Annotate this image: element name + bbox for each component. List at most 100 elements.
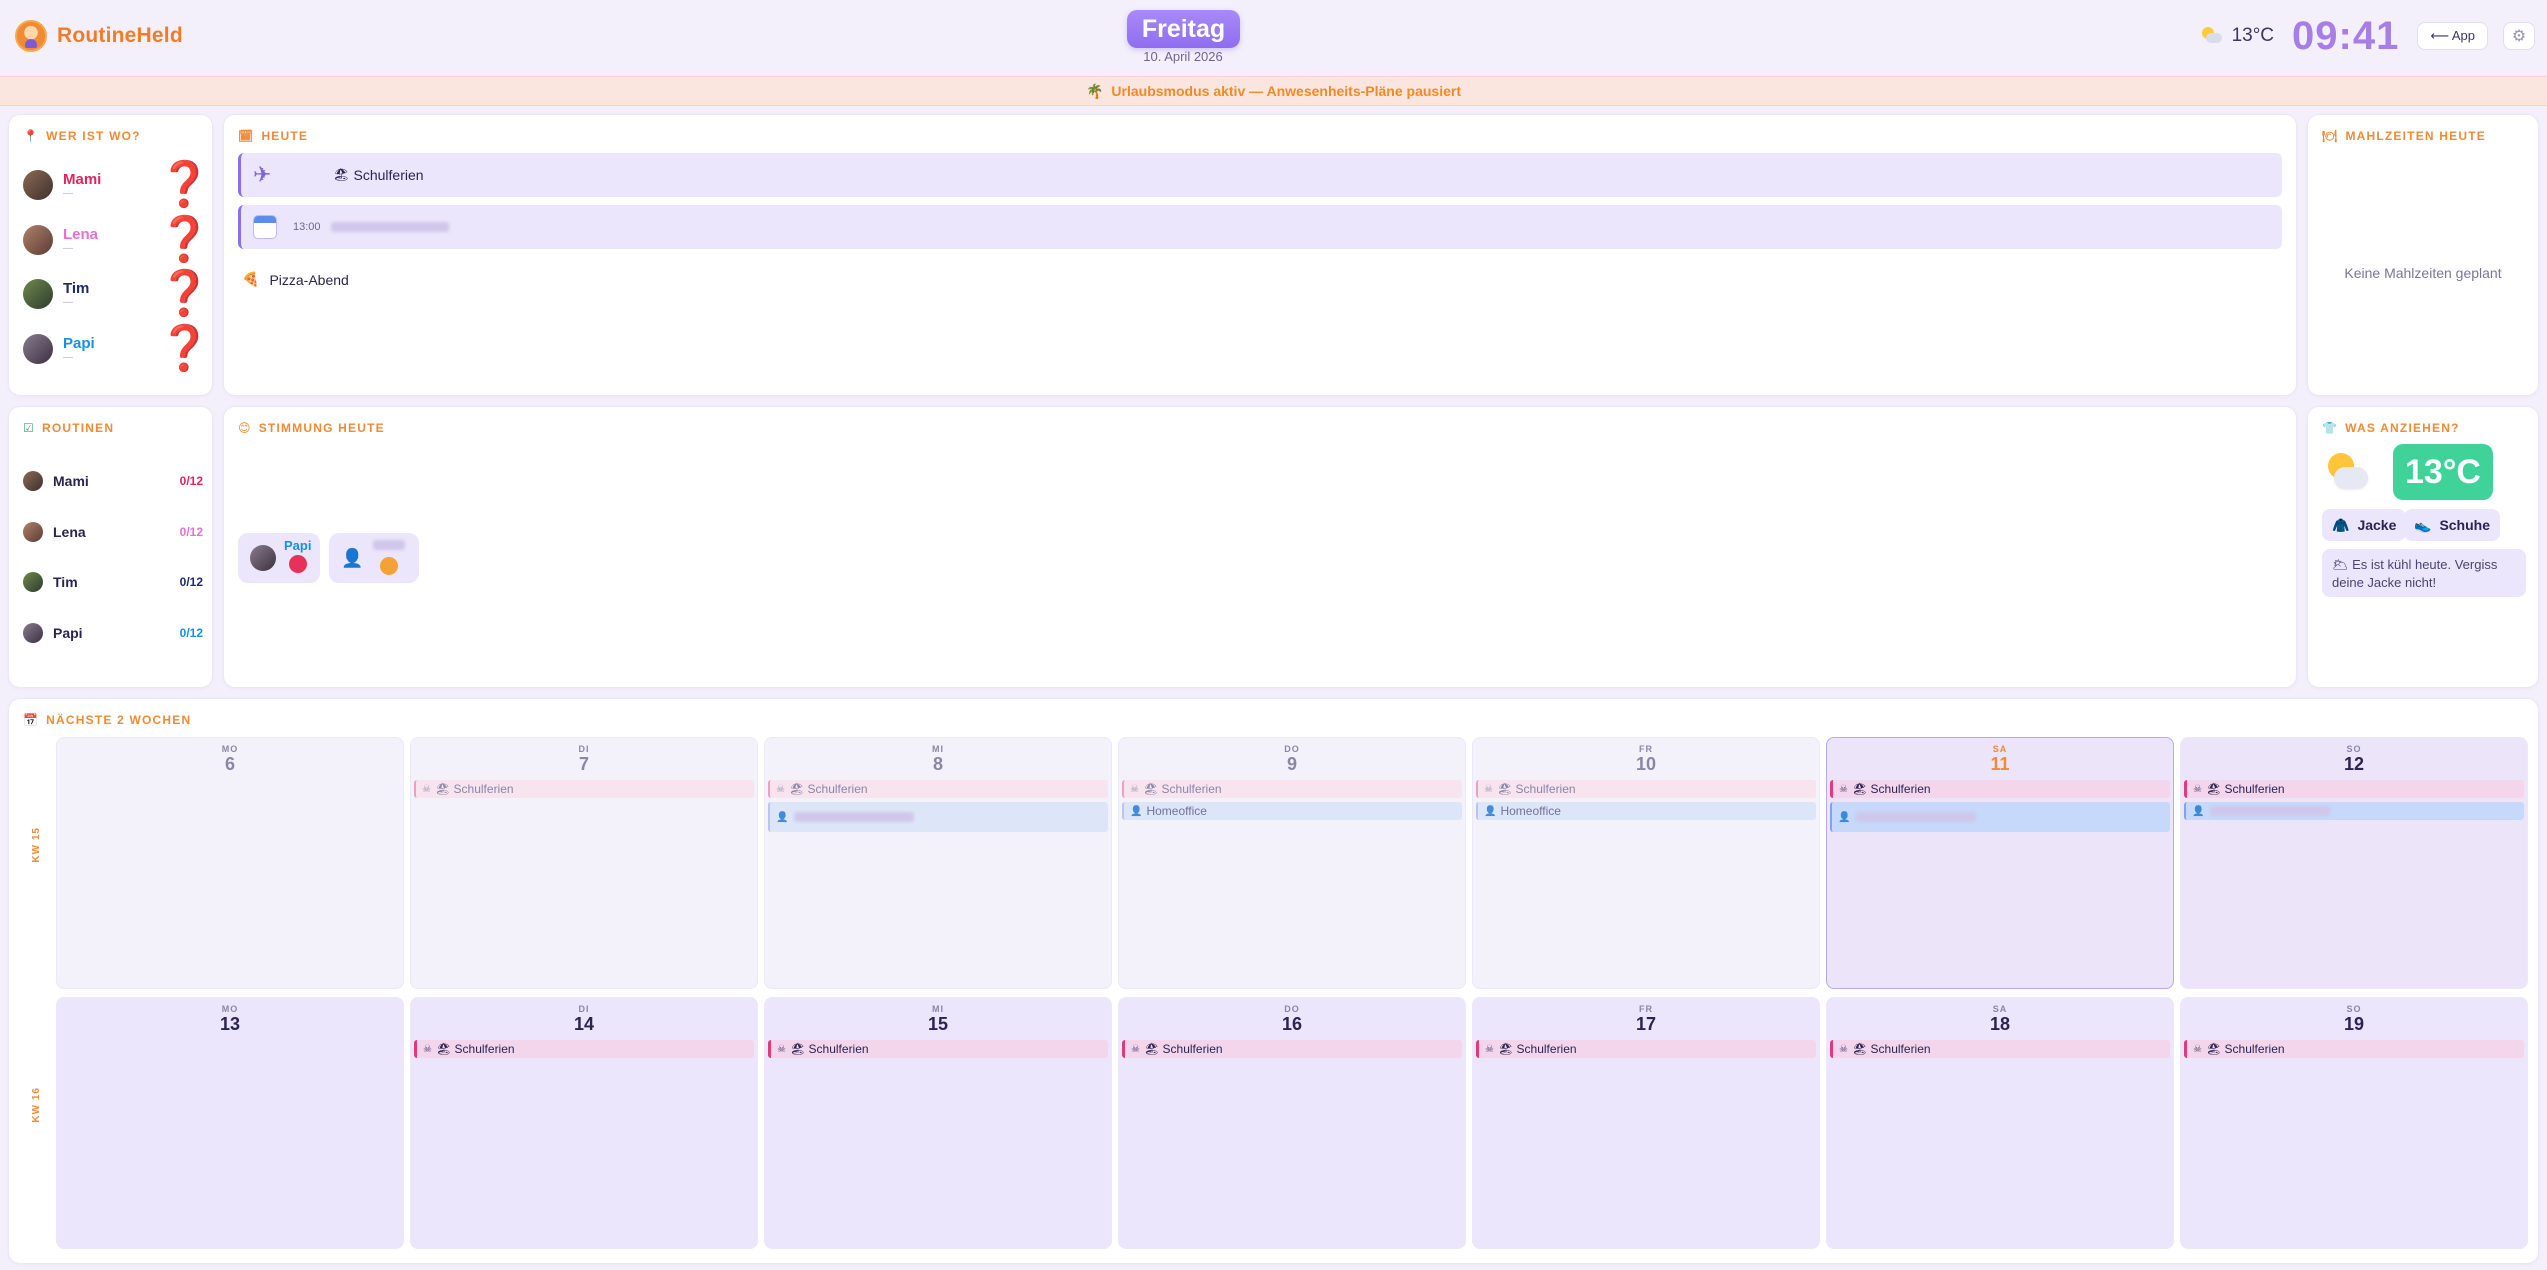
mood-entry-papi[interactable]: Papi — [238, 533, 320, 583]
skull-icon: ☠ — [423, 1043, 432, 1055]
routines-card: ☑ ROUTINEN Mami 0/12 Lena 0/12 Tim 0/12 … — [8, 406, 213, 688]
day-of-week: SO — [2346, 1004, 2362, 1014]
calendar-day-cell[interactable]: FR 17 ☠ 🏖 Schulferien — [1472, 997, 1820, 1249]
today-event-vacation[interactable]: ✈ 🏖 Schulferien — [238, 153, 2282, 197]
mood-entry-unknown[interactable]: 👤 — [329, 533, 419, 583]
event-chip[interactable]: 👤 — [1830, 802, 2170, 832]
avatar — [23, 170, 53, 200]
skull-icon: ☠ — [2193, 1043, 2202, 1055]
routine-row-papi[interactable]: Papi 0/12 — [23, 621, 203, 645]
calendar-day-cell[interactable]: MI 15 ☠ 🏖 Schulferien — [764, 997, 1112, 1249]
calendar-day-cell[interactable]: FR 10 ☠ 🏖 Schulferien 👤 Homeoffice — [1472, 737, 1820, 989]
calendar-day-cell[interactable]: MO 6 — [56, 737, 404, 989]
event-school-holidays[interactable]: ☠ 🏖 Schulferien — [414, 780, 754, 798]
event-school-holidays[interactable]: ☠ 🏖 Schulferien — [768, 1040, 1108, 1058]
avatar — [23, 572, 43, 592]
redacted-text — [2210, 806, 2331, 816]
avatar — [23, 334, 53, 364]
who-row-tim[interactable]: Tim — ❓ — [23, 272, 212, 316]
clothing-item-shoes: 👟 Schuhe — [2404, 509, 2501, 541]
app-button[interactable]: ⟵ App — [2417, 22, 2488, 50]
unknown-status-icon: ❓ — [157, 269, 212, 318]
calendar-day-cell[interactable]: DI 14 ☠ 🏖 Schulferien — [410, 997, 758, 1249]
day-number: 9 — [1286, 754, 1297, 774]
routine-row-lena[interactable]: Lena 0/12 — [23, 520, 203, 544]
calendar-day-cell[interactable]: SA 11 ☠ 🏖 Schulferien 👤 — [1826, 737, 2174, 989]
pizza-evening[interactable]: 🍕 Pizza-Abend — [242, 271, 349, 288]
clothing-item-jacket: 🧥 Jacke — [2322, 509, 2407, 541]
calendar-day-cell[interactable]: SO 19 ☠ 🏖 Schulferien — [2180, 997, 2528, 1249]
member-location: — — [63, 352, 73, 363]
member-name: Tim — [63, 280, 90, 297]
event-school-holidays[interactable]: ☠ 🏖 Schulferien — [414, 1040, 754, 1058]
calendar-day-cell[interactable]: SO 12 ☠ 🏖 Schulferien 👤 — [2180, 737, 2528, 989]
who-card-title: 📍 WER IST WO? — [23, 129, 141, 143]
calendar-icon — [253, 215, 277, 239]
palm-icon: 🌴 — [1085, 82, 1104, 99]
routine-member: Mami — [53, 473, 89, 489]
today-event-appointment[interactable]: 13:00 — [238, 205, 2282, 249]
routine-row-tim[interactable]: Tim 0/12 — [23, 570, 203, 594]
event-chip[interactable]: 👤 — [768, 802, 1108, 832]
pizza-icon: 🍕 — [242, 271, 260, 287]
calendar-day-cell[interactable]: MO 13 — [56, 997, 404, 1249]
event-label: 🏖 Schulferien — [789, 1042, 869, 1056]
day-number: 10 — [1635, 754, 1657, 774]
redacted-text — [1856, 812, 1977, 822]
redacted-text — [373, 539, 406, 550]
event-chip[interactable]: 👤 Homeoffice — [1122, 802, 1462, 820]
calendar-day-cell[interactable]: MI 8 ☠ 🏖 Schulferien 👤 — [764, 737, 1112, 989]
who-is-where-card: 📍 WER IST WO? Mami — ❓ Lena — ❓ Tim — ❓ … — [8, 114, 213, 396]
skull-icon: ☠ — [1484, 783, 1493, 795]
event-school-holidays[interactable]: ☠ 🏖 Schulferien — [1122, 1040, 1462, 1058]
person-icon: 👤 — [1130, 805, 1143, 817]
calendar-day-cell[interactable]: DO 9 ☠ 🏖 Schulferien 👤 Homeoffice — [1118, 737, 1466, 989]
event-school-holidays[interactable]: ☠ 🏖 Schulferien — [2184, 1040, 2524, 1058]
day-of-week: MO — [221, 1004, 239, 1014]
event-school-holidays[interactable]: ☠ 🏖 Schulferien — [2184, 780, 2524, 798]
day-of-week: MI — [932, 1004, 944, 1014]
event-chip[interactable]: 👤 Homeoffice — [1476, 802, 1816, 820]
day-number: 18 — [1989, 1014, 2011, 1034]
event-school-holidays[interactable]: ☠ 🏖 Schulferien — [1830, 1040, 2170, 1058]
week-number-label: KW 15 — [31, 827, 42, 863]
calendar-card-title: 📅 NÄCHSTE 2 WOCHEN — [23, 713, 192, 727]
day-of-week: SA — [1992, 1004, 2008, 1014]
event-school-holidays[interactable]: ☠ 🏖 Schulferien — [1122, 780, 1462, 798]
event-chip[interactable]: 👤 — [2184, 802, 2524, 820]
day-of-week: SA — [1992, 744, 2008, 754]
day-number: 11 — [1990, 754, 2010, 774]
meals-card: 🍽 MAHLZEITEN HEUTE Keine Mahlzeiten gepl… — [2307, 114, 2539, 396]
routine-count: 0/12 — [179, 626, 203, 640]
routine-row-mami[interactable]: Mami 0/12 — [23, 469, 203, 493]
event-label: 🏖 Schulferien — [1496, 782, 1576, 796]
skull-icon: ☠ — [776, 783, 785, 795]
day-of-week: DI — [578, 1004, 590, 1014]
meals-card-title: 🍽 MAHLZEITEN HEUTE — [2322, 129, 2486, 143]
day-number: 16 — [1281, 1014, 1303, 1034]
redacted-text — [794, 812, 915, 822]
event-label: 🏖 Schulferien — [435, 1042, 515, 1056]
settings-button[interactable]: ⚙ — [2503, 22, 2535, 50]
skull-icon: ☠ — [1131, 1043, 1140, 1055]
event-school-holidays[interactable]: ☠ 🏖 Schulferien — [1476, 780, 1816, 798]
routine-count: 0/12 — [179, 575, 203, 589]
calendar-day-cell[interactable]: DI 7 ☠ 🏖 Schulferien — [410, 737, 758, 989]
day-of-week: DO — [1284, 1004, 1300, 1014]
event-school-holidays[interactable]: ☠ 🏖 Schulferien — [1476, 1040, 1816, 1058]
calendar-day-cell[interactable]: DO 16 ☠ 🏖 Schulferien — [1118, 997, 1466, 1249]
avatar — [250, 545, 276, 571]
brand[interactable]: RoutineHeld — [15, 20, 183, 52]
avatar — [23, 225, 53, 255]
brand-logo-icon — [15, 20, 47, 52]
who-row-papi[interactable]: Papi — ❓ — [23, 327, 212, 371]
calendar-day-cell[interactable]: SA 18 ☠ 🏖 Schulferien — [1826, 997, 2174, 1249]
member-location: — — [63, 188, 73, 199]
event-label: 🏖 Schulferien — [434, 782, 514, 796]
who-row-lena[interactable]: Lena — ❓ — [23, 218, 212, 262]
calendar-icon: 🗓 — [238, 129, 255, 143]
who-row-mami[interactable]: Mami — ❓ — [23, 163, 212, 207]
event-school-holidays[interactable]: ☠ 🏖 Schulferien — [768, 780, 1108, 798]
event-school-holidays[interactable]: ☠ 🏖 Schulferien — [1830, 780, 2170, 798]
skull-icon: ☠ — [2193, 783, 2202, 795]
